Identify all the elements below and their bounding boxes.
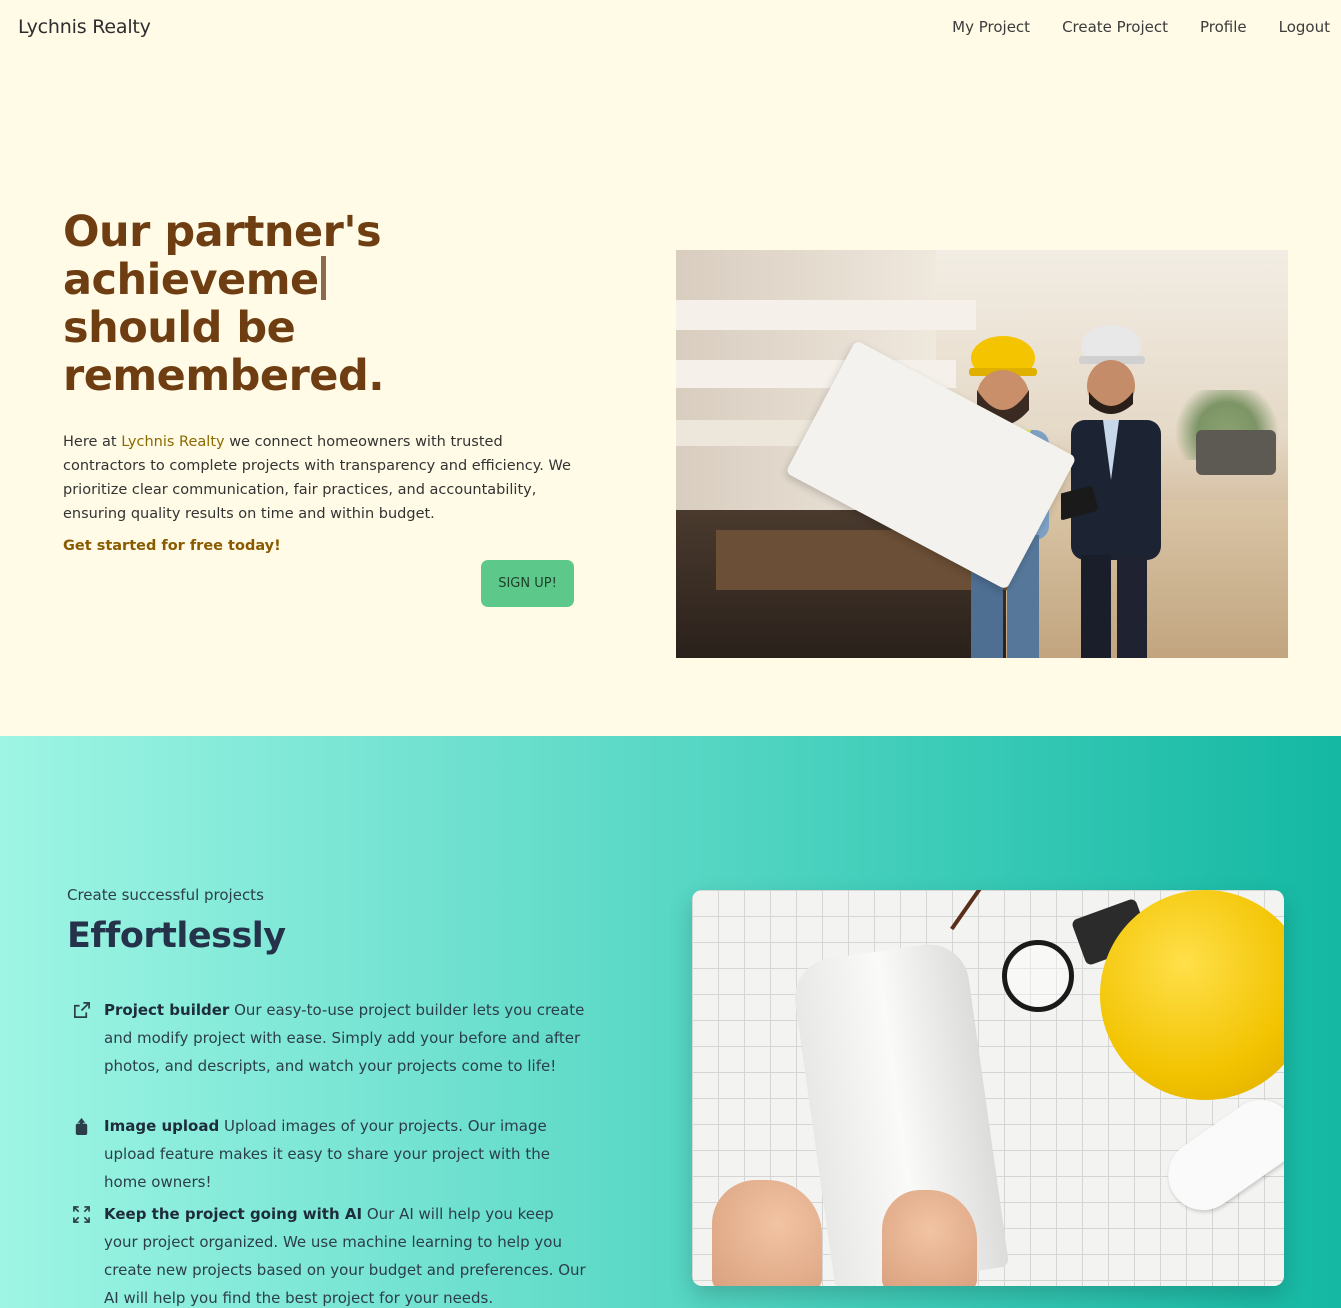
features-section: Create successful projects Effortlessly … — [0, 736, 1341, 1308]
hero-intro-prefix: Here at — [63, 434, 122, 450]
signup-button[interactable]: SIGN UP! — [481, 560, 574, 607]
feature-ai: Keep the project going with AI Our AI wi… — [72, 1200, 592, 1308]
nav-links: My Project Create Project Profile Logout — [952, 18, 1330, 36]
hero-title-line2: achieveme — [63, 255, 319, 305]
feature-text: Keep the project going with AI Our AI wi… — [104, 1200, 589, 1308]
hero-intro: Here at Lychnis Realty we connect homeow… — [63, 430, 583, 526]
hero-section: Our partner's achieveme should be rememb… — [0, 58, 1341, 736]
upload-icon — [75, 1117, 88, 1136]
hero-title-line1: Our partner's — [63, 207, 382, 257]
external-link-icon — [73, 1002, 90, 1019]
expand-icon — [73, 1206, 90, 1223]
brand-logo[interactable]: Lychnis Realty — [18, 16, 151, 38]
top-nav: Lychnis Realty My Project Create Project… — [0, 0, 1341, 58]
blueprint-image — [692, 890, 1284, 1286]
nav-logout[interactable]: Logout — [1279, 18, 1330, 36]
feature-image-upload: Image upload Upload images of your proje… — [72, 1112, 592, 1196]
feature-title: Keep the project going with AI — [104, 1205, 363, 1223]
hero-image-contractors — [676, 250, 1288, 658]
features-title: Effortlessly — [67, 916, 286, 956]
nav-create-project[interactable]: Create Project — [1062, 18, 1168, 36]
feature-text: Project builder Our easy-to-use project … — [104, 996, 589, 1080]
features-kicker: Create successful projects — [67, 886, 264, 904]
feature-text: Image upload Upload images of your proje… — [104, 1112, 589, 1196]
feature-title: Project builder — [104, 1001, 230, 1019]
hero-title: Our partner's achieveme should be rememb… — [63, 208, 403, 400]
businessman-figure — [1061, 325, 1161, 658]
nav-profile[interactable]: Profile — [1200, 18, 1247, 36]
feature-project-builder: Project builder Our easy-to-use project … — [72, 996, 592, 1080]
feature-title: Image upload — [104, 1117, 220, 1135]
typing-caret — [320, 256, 326, 300]
hero-intro-brand: Lychnis Realty — [121, 434, 225, 450]
nav-my-project[interactable]: My Project — [952, 18, 1030, 36]
hero-title-line4: remembered. — [63, 351, 385, 401]
cta-text: Get started for free today! — [63, 538, 281, 554]
hero-title-line3: should be — [63, 303, 296, 353]
